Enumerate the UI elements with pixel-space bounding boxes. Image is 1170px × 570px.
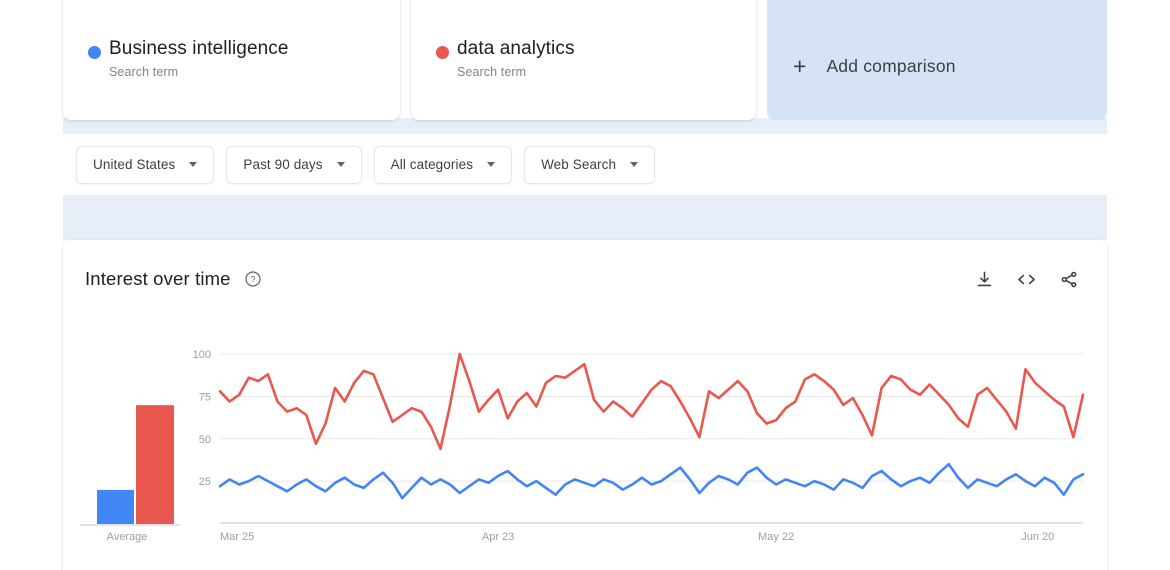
average-bar-data-analytics — [136, 405, 174, 524]
chevron-down-icon — [336, 162, 345, 167]
interest-over-time-plot: Average 25 50 75 100 Mar 25 Apr 23 May 22 Jun … — [80, 349, 1085, 543]
average-bar-chart: Average — [80, 405, 180, 543]
chart-title: Interest over time — [85, 268, 231, 289]
filter-chip-time-range[interactable]: Past 90 days — [226, 145, 362, 184]
filter-chip-label: United States — [93, 157, 176, 172]
search-term-title: data analytics — [457, 38, 575, 59]
chart-actions — [975, 270, 1079, 289]
help-icon[interactable]: ? — [244, 270, 262, 288]
plus-icon: + — [793, 52, 807, 79]
share-icon[interactable] — [1059, 270, 1079, 289]
filter-chip-label: Past 90 days — [243, 157, 323, 172]
background-band-top — [63, 118, 1107, 134]
series-dot-red — [436, 46, 449, 59]
search-term-subtitle: Search term — [109, 65, 179, 79]
y-tick-label: 100 — [193, 349, 211, 361]
filter-chip-category[interactable]: All categories — [373, 145, 513, 184]
search-term-card-1[interactable]: data analytics Search term — [411, 0, 756, 120]
chevron-down-icon — [189, 162, 198, 167]
x-tick-label: Jun 20 — [1021, 531, 1054, 543]
filter-chip-label: All categories — [390, 157, 474, 172]
download-icon[interactable] — [975, 270, 994, 289]
svg-text:?: ? — [250, 274, 255, 284]
x-tick-label: May 22 — [758, 531, 794, 543]
average-bar-business-intelligence — [97, 489, 134, 524]
series-line-data-analytics — [218, 352, 1085, 451]
filter-chip-location[interactable]: United States — [76, 145, 215, 184]
search-terms-row: Business intelligence Search term data a… — [63, 0, 1107, 120]
y-tick-label: 25 — [199, 476, 211, 488]
x-tick-label: Mar 25 — [220, 531, 254, 543]
x-tick-label: Apr 23 — [482, 531, 514, 543]
filter-bar: United States Past 90 days All categorie… — [63, 134, 1107, 195]
y-tick-label: 50 — [199, 434, 211, 446]
y-tick-label: 75 — [199, 391, 211, 403]
google-trends-page: Business intelligence Search term data a… — [0, 0, 1170, 570]
average-axis-label: Average — [107, 531, 148, 543]
chart-header: Interest over time ? — [63, 240, 1107, 318]
background-band-middle — [63, 195, 1107, 240]
interest-over-time-card: Interest over time ? Average 25 50 75 10… — [63, 240, 1107, 570]
series-dot-blue — [88, 46, 101, 59]
add-comparison-label: Add comparison — [826, 55, 956, 76]
search-term-card-0[interactable]: Business intelligence Search term — [63, 0, 400, 120]
embed-icon[interactable] — [1016, 270, 1037, 289]
filter-chip-search-type[interactable]: Web Search — [524, 145, 656, 184]
search-term-subtitle: Search term — [457, 65, 527, 79]
chevron-down-icon — [487, 162, 496, 167]
search-term-title: Business intelligence — [109, 38, 289, 59]
x-axis-labels: Mar 25 Apr 23 May 22 Jun 20 — [220, 531, 1054, 543]
chevron-down-icon — [630, 162, 639, 167]
add-comparison-button[interactable]: + Add comparison — [767, 0, 1107, 120]
filter-chip-label: Web Search — [541, 157, 617, 172]
